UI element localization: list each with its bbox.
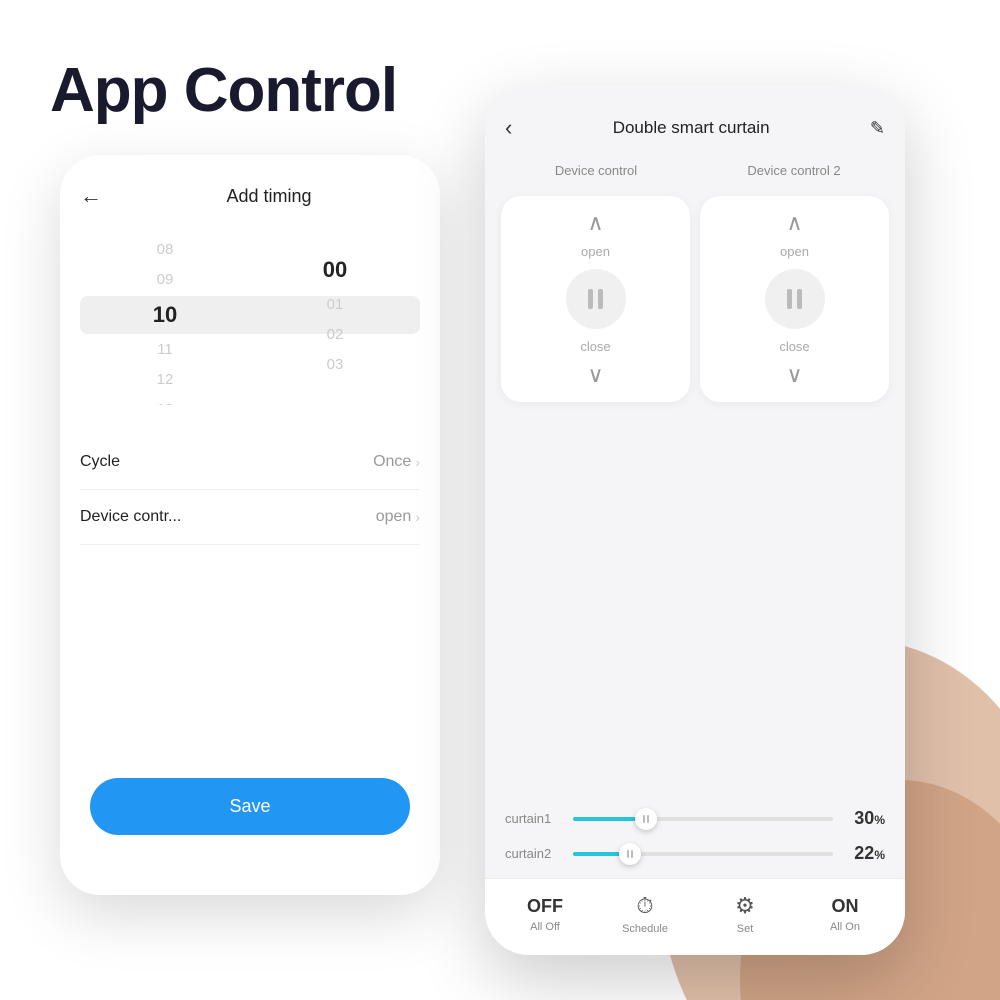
time-item-selected: 00: [250, 251, 420, 289]
curtain1-track[interactable]: [573, 817, 833, 821]
control-cards: ∧ open close ∨ ∧ open: [485, 196, 905, 402]
curtain2-label: curtain2: [505, 846, 563, 861]
pause-bar: [588, 289, 593, 309]
up-arrow-icon-2[interactable]: ∧: [786, 212, 802, 234]
pause-button-1[interactable]: [566, 269, 626, 329]
time-item: 03: [250, 351, 420, 379]
timing-header: ← Add timing: [60, 155, 440, 225]
close-label-2: close: [779, 339, 809, 354]
open-label-1: open: [581, 244, 610, 259]
time-item: 08: [80, 236, 250, 264]
all-on-button[interactable]: ON All On: [815, 896, 875, 933]
set-button[interactable]: ⚙ Set: [715, 893, 775, 935]
all-on-label: All On: [830, 921, 860, 933]
device-control-row[interactable]: Device contr... open ›: [80, 490, 420, 545]
cycle-row[interactable]: Cycle Once ›: [80, 435, 420, 490]
time-item: 09: [80, 266, 250, 294]
pause-bar: [598, 289, 603, 309]
thumb-bar: [643, 815, 645, 823]
thumb-inner: [643, 815, 649, 823]
pause-icon-1: [588, 289, 603, 309]
curtain1-slider-row: curtain1 30%: [505, 808, 885, 829]
down-arrow-icon-2[interactable]: ∨: [786, 364, 802, 386]
chevron-right-icon: ›: [415, 509, 420, 525]
schedule-label: Schedule: [622, 923, 668, 935]
all-off-label: All Off: [530, 921, 560, 933]
pause-button-2[interactable]: [765, 269, 825, 329]
tab-device-control-2[interactable]: Device control 2: [699, 157, 889, 184]
edit-icon[interactable]: ✎: [870, 118, 885, 139]
clock-icon: ⏱: [636, 893, 653, 919]
cycle-value: Once ›: [373, 453, 420, 471]
gear-icon: ⚙: [735, 893, 755, 919]
back-button-right[interactable]: ‹: [505, 115, 512, 141]
time-item: 13: [80, 396, 250, 405]
time-item: 11: [80, 336, 250, 364]
pause-bar: [787, 289, 792, 309]
open-label-2: open: [780, 244, 809, 259]
close-label-1: close: [580, 339, 610, 354]
cycle-label: Cycle: [80, 453, 120, 471]
hour-column[interactable]: 07 08 09 10 11 12 13: [80, 225, 250, 405]
time-item: 07: [80, 225, 250, 234]
timing-title: Add timing: [118, 186, 420, 207]
time-picker[interactable]: 07 08 09 10 11 12 13 00 01 02 03: [60, 225, 440, 405]
all-on-icon: ON: [832, 896, 859, 917]
curtain2-track[interactable]: [573, 852, 833, 856]
curtain1-label: curtain1: [505, 811, 563, 826]
time-item-selected: 10: [80, 296, 250, 334]
all-off-icon: OFF: [527, 896, 563, 917]
time-item: 02: [250, 321, 420, 349]
pause-icon-2: [787, 289, 802, 309]
curtain-header: ‹ Double smart curtain ✎: [485, 85, 905, 157]
right-phone: ‹ Double smart curtain ✎ Device control …: [485, 85, 905, 955]
thumb-inner: [627, 850, 633, 858]
device-label: Device contr...: [80, 508, 181, 526]
curtain2-slider-row: curtain2 22%: [505, 843, 885, 864]
curtain2-thumb[interactable]: [619, 843, 641, 865]
left-phone: ← Add timing 07 08 09 10 11 12 13 00 01: [60, 155, 440, 895]
control-card-1: ∧ open close ∨: [501, 196, 690, 402]
curtain2-percent: 22%: [843, 843, 885, 864]
time-item: 01: [250, 291, 420, 319]
control-card-2: ∧ open close ∨: [700, 196, 889, 402]
up-arrow-icon-1[interactable]: ∧: [587, 212, 603, 234]
tab-device-control-1[interactable]: Device control: [501, 157, 691, 184]
curtain1-percent: 30%: [843, 808, 885, 829]
minute-column[interactable]: 00 01 02 03: [250, 225, 420, 405]
chevron-right-icon: ›: [415, 454, 420, 470]
slider-section: curtain1 30% curtain2: [485, 788, 905, 878]
time-item: 12: [80, 366, 250, 394]
thumb-bar: [631, 850, 633, 858]
back-button[interactable]: ←: [80, 183, 102, 209]
save-button[interactable]: Save: [90, 778, 410, 835]
curtain-title: Double smart curtain: [613, 118, 770, 138]
settings-section: Cycle Once › Device contr... open ›: [60, 435, 440, 545]
set-label: Set: [737, 923, 754, 935]
save-button-container: Save: [90, 778, 410, 835]
schedule-button[interactable]: ⏱ Schedule: [615, 893, 675, 935]
device-tabs: Device control Device control 2: [485, 157, 905, 184]
page-title: App Control: [50, 55, 397, 126]
bottom-bar: OFF All Off ⏱ Schedule ⚙ Set ON All On: [485, 878, 905, 955]
down-arrow-icon-1[interactable]: ∨: [587, 364, 603, 386]
curtain1-thumb[interactable]: [635, 808, 657, 830]
pause-bar: [797, 289, 802, 309]
thumb-bar: [647, 815, 649, 823]
thumb-bar: [627, 850, 629, 858]
all-off-button[interactable]: OFF All Off: [515, 896, 575, 933]
device-value: open ›: [376, 508, 420, 526]
